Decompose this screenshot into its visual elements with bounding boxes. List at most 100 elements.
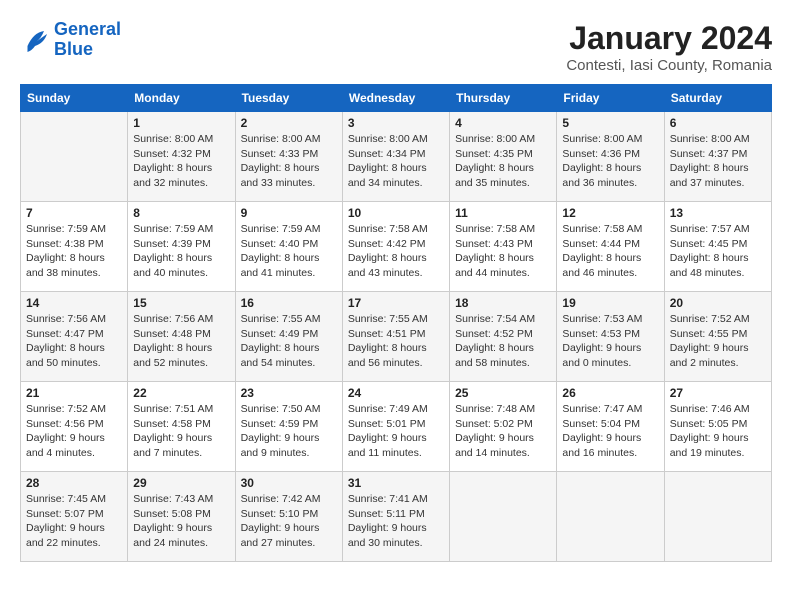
day-number: 2 <box>241 116 337 130</box>
calendar-cell: 3 Sunrise: 8:00 AMSunset: 4:34 PMDaylight… <box>342 112 449 202</box>
day-info: Sunrise: 8:00 AMSunset: 4:32 PMDaylight:… <box>133 132 229 191</box>
day-info: Sunrise: 8:00 AMSunset: 4:36 PMDaylight:… <box>562 132 658 191</box>
day-info: Sunrise: 7:55 AMSunset: 4:51 PMDaylight:… <box>348 312 444 371</box>
calendar-cell: 28Sunrise: 7:45 AMSunset: 5:07 PMDayligh… <box>21 472 128 562</box>
day-number: 22 <box>133 386 229 400</box>
calendar-cell <box>450 472 557 562</box>
calendar-cell: 18Sunrise: 7:54 AMSunset: 4:52 PMDayligh… <box>450 292 557 382</box>
day-info: Sunrise: 7:58 AMSunset: 4:42 PMDaylight:… <box>348 222 444 281</box>
day-number: 11 <box>455 206 551 220</box>
calendar-cell: 15 Sunrise: 7:56 AMSunset: 4:48 PMDayligh… <box>128 292 235 382</box>
day-info: Sunrise: 7:59 AMSunset: 4:39 PMDaylight:… <box>133 222 229 281</box>
day-info: Sunrise: 7:41 AMSunset: 5:11 PMDaylight:… <box>348 492 444 551</box>
day-number: 15 <box>133 296 229 310</box>
calendar-cell: 7 Sunrise: 7:59 AMSunset: 4:38 PMDaylight… <box>21 202 128 292</box>
day-info: Sunrise: 7:52 AMSunset: 4:56 PMDaylight:… <box>26 402 122 461</box>
calendar-cell: 10 Sunrise: 7:58 AMSunset: 4:42 PMDayligh… <box>342 202 449 292</box>
day-info: Sunrise: 7:43 AMSunset: 5:08 PMDaylight:… <box>133 492 229 551</box>
day-number: 25 <box>455 386 551 400</box>
calendar-cell <box>664 472 771 562</box>
calendar-cell: 25 Sunrise: 7:48 AMSunset: 5:02 PMDayligh… <box>450 382 557 472</box>
day-number: 28 <box>26 476 122 490</box>
day-number: 5 <box>562 116 658 130</box>
day-number: 19 <box>562 296 658 310</box>
day-number: 21 <box>26 386 122 400</box>
calendar-cell: 4 Sunrise: 8:00 AMSunset: 4:35 PMDaylight… <box>450 112 557 202</box>
day-number: 3 <box>348 116 444 130</box>
day-number: 6 <box>670 116 766 130</box>
calendar-cell: 24 Sunrise: 7:49 AMSunset: 5:01 PMDayligh… <box>342 382 449 472</box>
calendar-cell: 2 Sunrise: 8:00 AMSunset: 4:33 PMDaylight… <box>235 112 342 202</box>
calendar-cell: 31 Sunrise: 7:41 AMSunset: 5:11 PMDayligh… <box>342 472 449 562</box>
day-info: Sunrise: 7:48 AMSunset: 5:02 PMDaylight:… <box>455 402 551 461</box>
day-number: 13 <box>670 206 766 220</box>
day-info: Sunrise: 7:56 AMSunset: 4:47 PMDaylight:… <box>26 312 122 371</box>
page-header: General Blue January 2024 Contesti, Iasi… <box>20 20 772 74</box>
calendar-cell: 1 Sunrise: 8:00 AMSunset: 4:32 PMDaylight… <box>128 112 235 202</box>
calendar-cell: 29 Sunrise: 7:43 AMSunset: 5:08 PMDayligh… <box>128 472 235 562</box>
weekday-header: Monday <box>128 85 235 112</box>
weekday-header: Wednesday <box>342 85 449 112</box>
calendar-cell: 20 Sunrise: 7:52 AMSunset: 4:55 PMDayligh… <box>664 292 771 382</box>
calendar-cell <box>21 112 128 202</box>
calendar-cell: 21 Sunrise: 7:52 AMSunset: 4:56 PMDayligh… <box>21 382 128 472</box>
day-number: 27 <box>670 386 766 400</box>
day-info: Sunrise: 7:53 AMSunset: 4:53 PMDaylight:… <box>562 312 658 371</box>
day-info: Sunrise: 7:57 AMSunset: 4:45 PMDaylight:… <box>670 222 766 281</box>
day-number: 30 <box>241 476 337 490</box>
day-info: Sunrise: 8:00 AMSunset: 4:33 PMDaylight:… <box>241 132 337 191</box>
day-number: 1 <box>133 116 229 130</box>
calendar-cell: 19 Sunrise: 7:53 AMSunset: 4:53 PMDayligh… <box>557 292 664 382</box>
calendar-cell: 16Sunrise: 7:55 AMSunset: 4:49 PMDayligh… <box>235 292 342 382</box>
location-subtitle: Contesti, Iasi County, Romania <box>566 57 772 74</box>
weekday-header: Sunday <box>21 85 128 112</box>
day-number: 12 <box>562 206 658 220</box>
day-info: Sunrise: 7:52 AMSunset: 4:55 PMDaylight:… <box>670 312 766 371</box>
day-number: 24 <box>348 386 444 400</box>
calendar-cell: 9Sunrise: 7:59 AMSunset: 4:40 PMDaylight… <box>235 202 342 292</box>
weekday-header: Tuesday <box>235 85 342 112</box>
calendar-cell: 17Sunrise: 7:55 AMSunset: 4:51 PMDayligh… <box>342 292 449 382</box>
weekday-header: Thursday <box>450 85 557 112</box>
day-number: 16 <box>241 296 337 310</box>
calendar-cell: 14 Sunrise: 7:56 AMSunset: 4:47 PMDayligh… <box>21 292 128 382</box>
calendar-cell: 8 Sunrise: 7:59 AMSunset: 4:39 PMDaylight… <box>128 202 235 292</box>
calendar-cell: 30 Sunrise: 7:42 AMSunset: 5:10 PMDayligh… <box>235 472 342 562</box>
day-info: Sunrise: 7:50 AMSunset: 4:59 PMDaylight:… <box>241 402 337 461</box>
day-number: 9 <box>241 206 337 220</box>
day-number: 7 <box>26 206 122 220</box>
day-info: Sunrise: 7:49 AMSunset: 5:01 PMDaylight:… <box>348 402 444 461</box>
day-number: 4 <box>455 116 551 130</box>
day-info: Sunrise: 8:00 AMSunset: 4:35 PMDaylight:… <box>455 132 551 191</box>
day-info: Sunrise: 7:58 AMSunset: 4:44 PMDaylight:… <box>562 222 658 281</box>
calendar-cell: 6 Sunrise: 8:00 AMSunset: 4:37 PMDaylight… <box>664 112 771 202</box>
weekday-header: Friday <box>557 85 664 112</box>
day-info: Sunrise: 8:00 AMSunset: 4:34 PMDaylight:… <box>348 132 444 191</box>
day-info: Sunrise: 8:00 AMSunset: 4:37 PMDaylight:… <box>670 132 766 191</box>
day-info: Sunrise: 7:47 AMSunset: 5:04 PMDaylight:… <box>562 402 658 461</box>
day-number: 14 <box>26 296 122 310</box>
day-info: Sunrise: 7:54 AMSunset: 4:52 PMDaylight:… <box>455 312 551 371</box>
day-info: Sunrise: 7:58 AMSunset: 4:43 PMDaylight:… <box>455 222 551 281</box>
day-number: 26 <box>562 386 658 400</box>
day-info: Sunrise: 7:59 AMSunset: 4:38 PMDaylight:… <box>26 222 122 281</box>
day-info: Sunrise: 7:46 AMSunset: 5:05 PMDaylight:… <box>670 402 766 461</box>
logo-icon <box>20 25 50 55</box>
calendar-cell: 26 Sunrise: 7:47 AMSunset: 5:04 PMDayligh… <box>557 382 664 472</box>
day-number: 8 <box>133 206 229 220</box>
day-info: Sunrise: 7:42 AMSunset: 5:10 PMDaylight:… <box>241 492 337 551</box>
day-number: 23 <box>241 386 337 400</box>
logo: General Blue <box>20 20 121 60</box>
calendar-cell: 12 Sunrise: 7:58 AMSunset: 4:44 PMDayligh… <box>557 202 664 292</box>
logo-text: General Blue <box>54 20 121 60</box>
day-info: Sunrise: 7:56 AMSunset: 4:48 PMDaylight:… <box>133 312 229 371</box>
weekday-header: Saturday <box>664 85 771 112</box>
calendar-cell: 27 Sunrise: 7:46 AMSunset: 5:05 PMDayligh… <box>664 382 771 472</box>
title-block: January 2024 Contesti, Iasi County, Roma… <box>566 20 772 74</box>
day-number: 29 <box>133 476 229 490</box>
day-number: 10 <box>348 206 444 220</box>
day-number: 20 <box>670 296 766 310</box>
month-title: January 2024 <box>566 20 772 57</box>
day-number: 31 <box>348 476 444 490</box>
calendar-cell: 13 Sunrise: 7:57 AMSunset: 4:45 PMDayligh… <box>664 202 771 292</box>
